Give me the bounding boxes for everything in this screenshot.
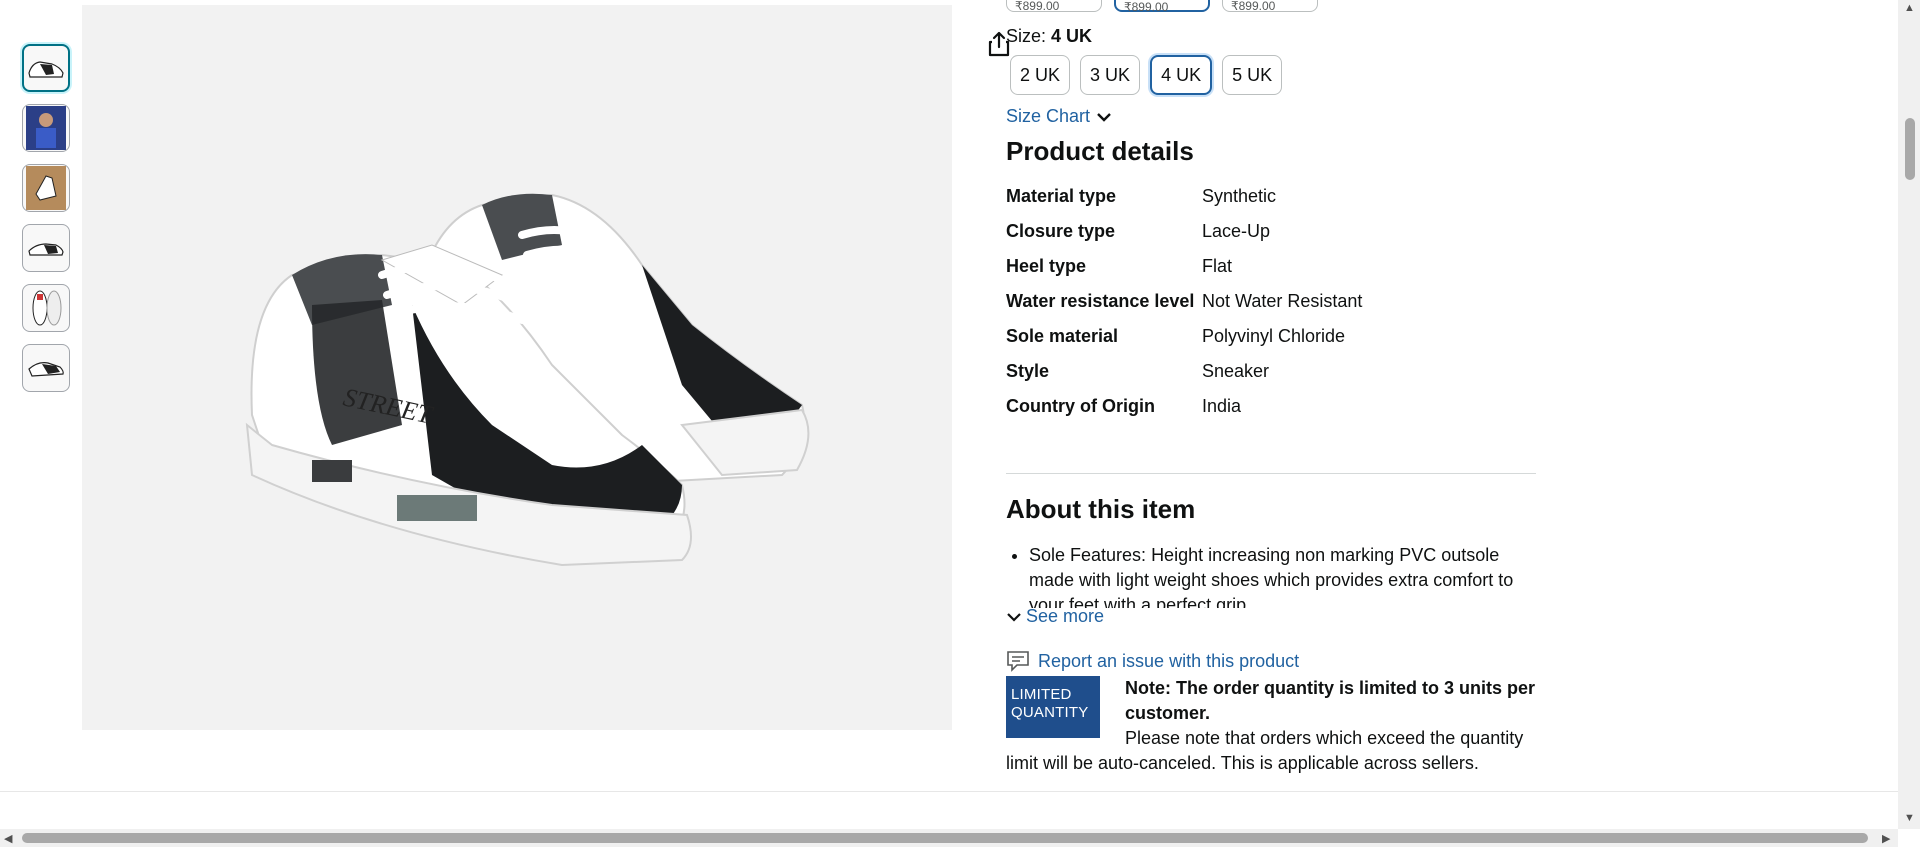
product-details-table: Material type Synthetic Closure type Lac… — [1006, 184, 1536, 429]
detail-value: Polyvinyl Chloride — [1202, 326, 1346, 346]
thumb-sneaker-top[interactable] — [22, 284, 70, 332]
detail-label: Sole material — [1006, 326, 1119, 346]
about-bullets: Sole Features: Height increasing non mar… — [1006, 543, 1536, 608]
thumbnail-strip — [22, 44, 74, 404]
size-option-2uk[interactable]: 2 UK — [1010, 55, 1071, 95]
variant-option[interactable]: ₹899.00 — [1114, 0, 1210, 14]
size-option-3uk[interactable]: 3 UK — [1080, 55, 1141, 95]
detail-value: Lace-Up — [1202, 221, 1271, 241]
size-option-4uk[interactable]: 4 UK — [1150, 55, 1213, 95]
size-heading: Size: 4 UK — [1006, 26, 1092, 47]
detail-row: Material type Synthetic — [1006, 184, 1536, 209]
sneaker-image: STREET — [245, 193, 810, 567]
limited-quantity-badge: LIMITED QUANTITY — [1006, 676, 1100, 738]
detail-value: Sneaker — [1202, 361, 1270, 381]
variant-option[interactable]: ₹899.00 — [1006, 0, 1102, 13]
thumb-sneaker-angle[interactable] — [22, 344, 70, 392]
detail-label: Water resistance level — [1006, 291, 1195, 311]
size-selected-value: 4 UK — [1051, 26, 1093, 46]
note-label: Note — [1125, 678, 1165, 698]
scroll-up-arrow-icon[interactable]: ▲ — [1904, 2, 1915, 14]
size-option-5uk[interactable]: 5 UK — [1222, 55, 1283, 95]
vertical-scroll-thumb[interactable] — [1905, 118, 1915, 180]
variant-option[interactable]: ₹899.00 — [1222, 0, 1318, 13]
report-issue-link[interactable]: Report an issue with this product — [1006, 650, 1299, 672]
detail-label: Style — [1006, 361, 1050, 381]
detail-value: Synthetic — [1202, 186, 1277, 206]
detail-value: India — [1202, 396, 1242, 416]
detail-label: Closure type — [1006, 221, 1116, 241]
detail-label: Heel type — [1006, 256, 1087, 276]
variant-options: ₹899.00 ₹899.00 ₹899.00 — [1006, 0, 1318, 14]
detail-row: Style Sneaker — [1006, 359, 1536, 384]
detail-value: Flat — [1202, 256, 1233, 276]
content-bottom-rule — [0, 791, 1898, 792]
section-divider — [1006, 473, 1536, 474]
scroll-down-arrow-icon[interactable]: ▼ — [1904, 812, 1915, 824]
report-issue-label: Report an issue with this product — [1038, 650, 1300, 671]
detail-value: Not Water Resistant — [1202, 291, 1363, 311]
thumb-model-photo[interactable] — [22, 104, 70, 152]
thumb-sneaker-pair[interactable] — [22, 44, 70, 92]
about-item-title: About this item — [1006, 494, 1196, 524]
horizontal-scroll-thumb[interactable] — [22, 833, 1868, 843]
size-options: 2 UK 3 UK 4 UK 5 UK — [1010, 55, 1283, 95]
chevron-down-icon — [1097, 112, 1111, 122]
variant-price: ₹899.00 — [1124, 0, 1169, 14]
see-more-link[interactable]: See more — [1006, 606, 1104, 627]
size-label: Size: — [1006, 26, 1047, 46]
badge-line2: QUANTITY — [1011, 704, 1089, 721]
detail-row: Sole material Polyvinyl Chloride — [1006, 324, 1536, 349]
note-bold-text: : The order quantity is limited to 3 uni… — [1125, 678, 1536, 723]
scroll-left-arrow-icon[interactable]: ◀ — [4, 832, 12, 845]
size-chart-label: Size Chart — [1006, 106, 1091, 126]
about-bullet: Sole Features: Height increasing non mar… — [1029, 543, 1536, 608]
detail-row: Country of Origin India — [1006, 394, 1536, 419]
scroll-right-arrow-icon[interactable]: ▶ — [1882, 832, 1890, 845]
variant-price: ₹899.00 — [1231, 0, 1276, 13]
detail-label: Country of Origin — [1006, 396, 1155, 416]
product-details-title: Product details — [1006, 136, 1194, 166]
variant-price: ₹899.00 — [1015, 0, 1060, 13]
thumb-sneaker-side[interactable] — [22, 224, 70, 272]
detail-label: Material type — [1006, 186, 1117, 206]
chevron-down-icon — [1007, 612, 1021, 622]
size-chart-link[interactable]: Size Chart — [1006, 106, 1112, 127]
feedback-icon — [1007, 651, 1029, 672]
detail-row: Water resistance level Not Water Resista… — [1006, 289, 1536, 314]
detail-row: Heel type Flat — [1006, 254, 1536, 279]
detail-row: Closure type Lace-Up — [1006, 219, 1536, 244]
thumb-sneaker-worn[interactable] — [22, 164, 70, 212]
badge-line1: LIMITED — [1011, 686, 1072, 703]
main-product-image[interactable]: STREET — [82, 5, 1021, 730]
see-more-label: See more — [1026, 606, 1105, 626]
